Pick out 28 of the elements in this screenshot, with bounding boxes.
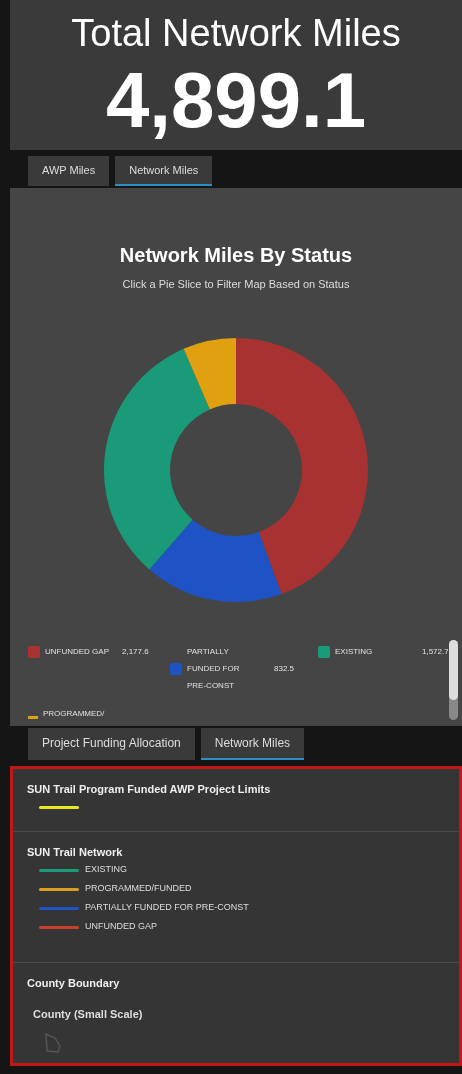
legend-label: PROGRAMMED/ (43, 708, 106, 720)
scrollbar[interactable] (449, 640, 458, 720)
legend-group-title: SUN Trail Network (27, 844, 124, 860)
legend-item-label: EXISTING (85, 863, 127, 877)
legend-item-label: PARTIALLY FUNDED FOR PRE-CONST (85, 901, 249, 915)
legend-label: EXISTING (335, 646, 374, 658)
donut-slice[interactable] (149, 519, 282, 602)
chart-subtitle: Click a Pie Slice to Filter Map Based on Status (122, 277, 350, 292)
tab[interactable]: Network Miles (115, 156, 213, 186)
legend-group-title: SUN Trail Program Funded AWP Project Limits (27, 782, 272, 797)
polygon-symbol-icon (43, 1032, 63, 1054)
legend-value: 2,177.6 (122, 645, 149, 658)
legend-value: 1,572.7 (422, 645, 448, 658)
tab[interactable]: Network Miles (200, 728, 305, 760)
tab[interactable]: AWP Miles (28, 156, 110, 186)
donut-slice[interactable] (183, 337, 236, 409)
legend-layer-title: County (Small Scale) (32, 1006, 144, 1022)
donut-slice[interactable] (104, 348, 210, 570)
header-title: Total Network Miles (71, 11, 401, 56)
legend-group-title: County Boundary (27, 976, 121, 991)
legend-item-label: UNFUNDED GAP (85, 920, 157, 934)
chart-title: Network Miles By Status (119, 243, 353, 268)
legend-value: 832.5 (274, 662, 295, 675)
tab[interactable]: Project Funding Allocation (28, 728, 195, 760)
legend-label: UNFUNDED GAP (45, 646, 110, 658)
total-value: 4,899.1 (105, 56, 367, 144)
legend-item-label: PROGRAMMED/FUNDED (85, 882, 192, 896)
legend-label: PARTIALLY FUNDED FOR PRE-CONST (187, 646, 241, 692)
